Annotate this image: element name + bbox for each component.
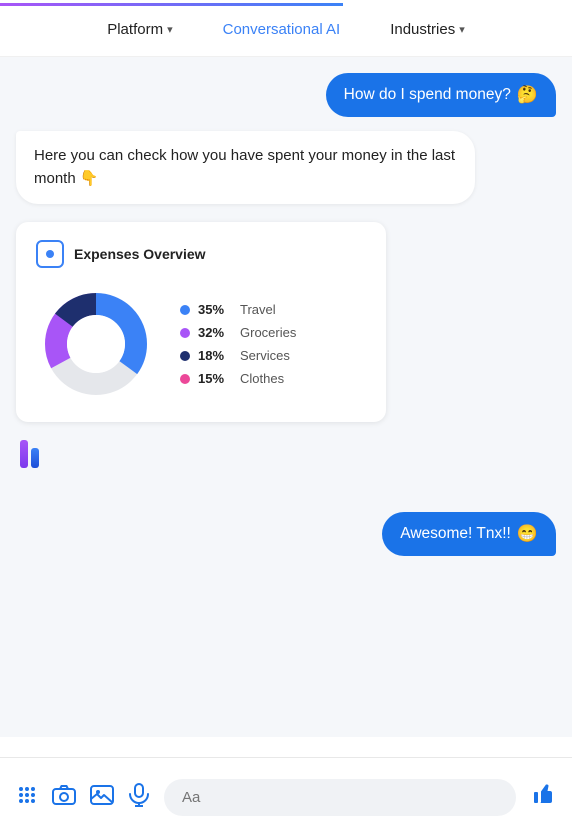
- legend-travel: 35% Travel: [180, 302, 296, 317]
- chart-legend: 35% Travel 32% Groceries 18% Services 15…: [180, 302, 296, 386]
- message-input[interactable]: [164, 779, 516, 816]
- legend-pct-groceries: 32%: [198, 325, 232, 340]
- nav-label-conversational-ai: Conversational AI: [223, 21, 341, 38]
- brand-bar-left: [20, 440, 28, 468]
- chart-header: Expenses Overview: [36, 240, 366, 268]
- legend-dot-groceries: [180, 328, 190, 338]
- nav-item-industries[interactable]: Industries ▾: [390, 21, 465, 38]
- chart-card: Expenses Overview: [16, 222, 386, 422]
- grid-icon[interactable]: [16, 784, 38, 812]
- nav-item-platform[interactable]: Platform ▾: [107, 21, 172, 38]
- bot-message-1-text: Here you can check how you have spent yo…: [34, 147, 455, 187]
- camera-icon[interactable]: [52, 784, 76, 812]
- chart-icon-dot: [46, 250, 54, 258]
- user-message-1-text: How do I spend money?: [344, 86, 511, 104]
- chart-body: 35% Travel 32% Groceries 18% Services 15…: [36, 284, 366, 404]
- legend-dot-clothes: [180, 374, 190, 384]
- nav-item-conversational-ai[interactable]: Conversational AI: [223, 21, 341, 38]
- chevron-down-icon: ▾: [167, 23, 173, 36]
- legend-groceries: 32% Groceries: [180, 325, 296, 340]
- user-message-2-text: Awesome! Tnx!!: [400, 525, 511, 543]
- image-icon[interactable]: [90, 784, 114, 812]
- user-message-1: How do I spend money? 🤔: [326, 73, 556, 117]
- legend-label-clothes: Clothes: [240, 371, 284, 386]
- legend-label-groceries: Groceries: [240, 325, 296, 340]
- legend-pct-services: 18%: [198, 348, 232, 363]
- chart-icon-box: [36, 240, 64, 268]
- donut-chart: [36, 284, 156, 404]
- legend-dot-travel: [180, 305, 190, 315]
- chat-area: How do I spend money? 🤔 Here you can che…: [0, 57, 572, 737]
- legend-label-travel: Travel: [240, 302, 276, 317]
- brand-bar-right: [31, 448, 39, 468]
- legend-pct-clothes: 15%: [198, 371, 232, 386]
- grin-emoji: 😁: [517, 524, 538, 544]
- thumbs-up-icon[interactable]: [530, 781, 556, 814]
- mic-icon[interactable]: [128, 783, 150, 813]
- legend-services: 18% Services: [180, 348, 296, 363]
- nav-bar: Platform ▾ Conversational AI Industries …: [0, 3, 572, 57]
- nav-label-industries: Industries: [390, 21, 455, 38]
- brand-logo: [20, 440, 556, 468]
- legend-dot-services: [180, 351, 190, 361]
- toolbar: [0, 757, 572, 837]
- chart-title: Expenses Overview: [74, 246, 206, 262]
- user-message-2: Awesome! Tnx!! 😁: [382, 512, 556, 556]
- legend-pct-travel: 35%: [198, 302, 232, 317]
- nav-label-platform: Platform: [107, 21, 163, 38]
- progress-bar: [0, 3, 343, 6]
- chevron-down-icon-2: ▾: [459, 23, 465, 36]
- legend-label-services: Services: [240, 348, 290, 363]
- legend-clothes: 15% Clothes: [180, 371, 296, 386]
- thinking-emoji: 🤔: [517, 85, 538, 105]
- bot-message-1: Here you can check how you have spent yo…: [16, 131, 475, 204]
